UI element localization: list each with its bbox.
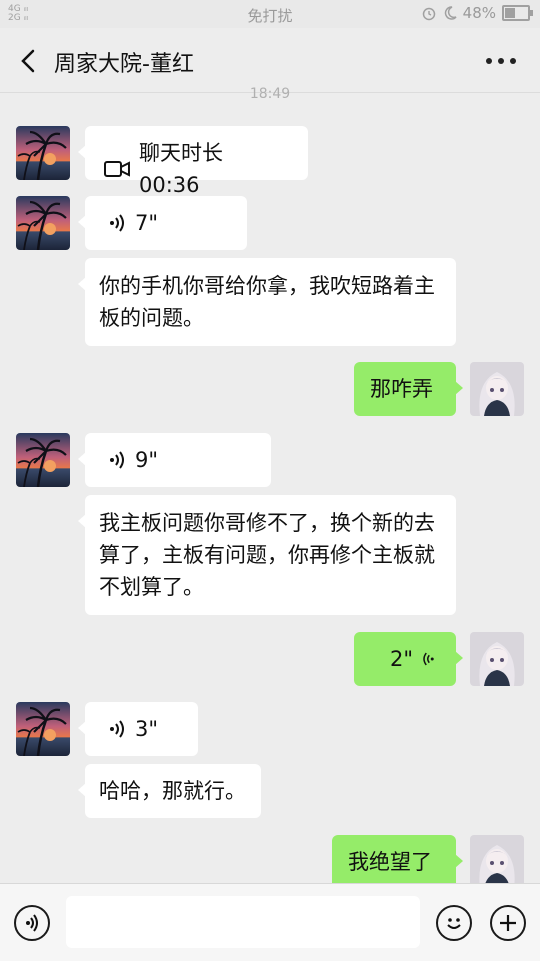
chat-title: 周家大院-董红 — [54, 52, 194, 77]
contact-avatar[interactable] — [16, 196, 70, 250]
message-input[interactable] — [66, 896, 420, 948]
message-timestamp: 18:49 — [249, 86, 291, 102]
voice-wave-icon — [423, 652, 434, 666]
text-message[interactable]: 我主板问题你哥修不了，换个新的去算了，主板有问题，你再修个主板就不划算了。 — [78, 495, 456, 615]
voice-wave-icon — [110, 720, 124, 738]
message-text: 你的手机你哥给你拿，我吹短路着主板的问题。 — [99, 274, 435, 330]
voice-message[interactable]: 3" — [78, 702, 198, 756]
call-duration: 聊天时长 00:36 — [138, 141, 223, 197]
message-text: 哈哈，那就行。 — [99, 779, 246, 803]
more-options-icon[interactable] — [486, 58, 516, 64]
back-arrow-icon[interactable] — [14, 46, 44, 76]
contact-avatar[interactable] — [16, 702, 70, 756]
message-text: 那咋弄 — [370, 377, 433, 401]
voice-duration: 3" — [135, 717, 159, 741]
voice-message[interactable]: 7" — [78, 196, 247, 250]
input-bar — [0, 883, 540, 961]
contact-avatar[interactable] — [16, 433, 70, 487]
message-text: 我绝望了 — [348, 850, 432, 874]
status-right: 48% — [421, 4, 533, 22]
text-message-self[interactable]: 我绝望了 — [332, 835, 463, 889]
my-avatar[interactable] — [470, 632, 524, 686]
voice-message-self[interactable]: 2" — [354, 632, 463, 686]
voice-duration: 2" — [390, 647, 414, 671]
add-more-icon[interactable] — [490, 905, 526, 941]
battery-icon — [502, 5, 533, 21]
battery-fill — [505, 8, 515, 18]
text-message[interactable]: 哈哈，那就行。 — [78, 764, 261, 818]
text-message[interactable]: 你的手机你哥给你拿，我吹短路着主板的问题。 — [78, 258, 456, 346]
status-bar: 4G ᵢₗₗ 2G ᵢₗₗ 免打扰 48% — [0, 0, 540, 28]
voice-wave-icon — [110, 214, 124, 232]
chat-header: 周家大院-董红 — [0, 28, 540, 93]
voice-duration: 9" — [135, 448, 159, 472]
my-avatar[interactable] — [470, 362, 524, 416]
video-camera-icon — [103, 161, 130, 177]
moon-icon — [444, 6, 457, 20]
my-avatar[interactable] — [470, 835, 524, 889]
message-text: 我主板问题你哥修不了，换个新的去算了，主板有问题，你再修个主板就不划算了。 — [99, 511, 435, 599]
emoji-icon[interactable] — [436, 905, 472, 941]
voice-duration: 7" — [135, 211, 159, 235]
voice-wave-icon — [110, 451, 124, 469]
voice-message[interactable]: 9" — [78, 433, 271, 487]
battery-percent: 48% — [462, 4, 496, 22]
voice-input-icon[interactable] — [14, 905, 50, 941]
contact-avatar[interactable] — [16, 126, 70, 180]
video-call-bubble[interactable]: 聊天时长 00:36 — [78, 126, 308, 197]
alarm-icon — [422, 7, 435, 21]
text-message-self[interactable]: 那咋弄 — [354, 362, 463, 416]
